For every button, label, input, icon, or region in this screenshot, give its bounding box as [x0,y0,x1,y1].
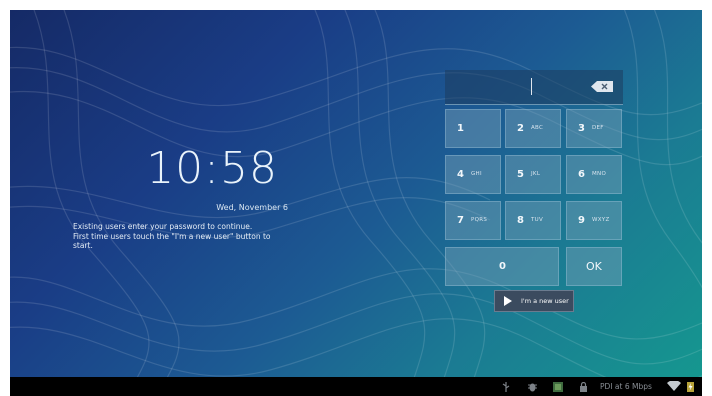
ok-label: OK [586,260,602,273]
ok-button[interactable]: OK [566,247,622,286]
key-5[interactable]: 5 JKL [505,155,561,194]
key-8[interactable]: 8 TUV [505,201,561,240]
battery-charging-icon [687,382,694,392]
key-9[interactable]: 9 WXYZ [566,201,622,240]
key-digit: 3 [578,123,585,134]
key-letters: JKL [531,171,541,177]
clock-time: 10:58 [146,143,278,194]
key-1[interactable]: 1 [445,109,501,148]
usb-icon [502,382,510,392]
key-digit: 5 [517,169,524,180]
key-0[interactable]: 0 [445,247,559,286]
status-bar: PDI at 6 Mbps [10,377,702,396]
password-field[interactable] [445,70,623,105]
login-instructions: Existing users enter your password to co… [73,222,303,251]
new-user-button[interactable]: I'm a new user [494,290,574,312]
instruction-line-1: Existing users enter your password to co… [73,222,253,231]
network-speed: PDI at 6 Mbps [600,382,652,391]
key-digit: 4 [457,169,464,180]
wifi-icon [667,381,681,391]
key-digit: 9 [578,215,585,226]
notification-icon [553,382,563,392]
key-digit: 6 [578,169,585,180]
key-letters: MNO [592,171,607,177]
key-digit: 1 [457,123,464,134]
key-digit: 0 [499,261,506,272]
key-letters: WXYZ [592,217,610,223]
key-letters: TUV [531,217,544,223]
key-letters: ABC [531,125,544,131]
key-letters: PQRS [471,217,488,223]
instruction-line-2: First time users touch the "I'm a new us… [73,231,271,241]
key-6[interactable]: 6 MNO [566,155,622,194]
lock-icon [580,382,587,392]
clock-date: Wed, November 6 [216,203,288,212]
text-cursor [531,78,532,95]
key-digit: 2 [517,123,524,134]
key-digit: 7 [457,215,464,226]
key-4[interactable]: 4 GHI [445,155,501,194]
key-7[interactable]: 7 PQRS [445,201,501,240]
backspace-icon[interactable] [591,81,613,92]
key-2[interactable]: 2 ABC [505,109,561,148]
key-letters: DEF [592,125,604,131]
new-user-label: I'm a new user [521,297,569,305]
instruction-line-3: start. [73,241,93,250]
play-icon [504,296,512,306]
key-letters: GHI [471,171,482,177]
debug-icon [528,383,537,392]
key-digit: 8 [517,215,524,226]
key-3[interactable]: 3 DEF [566,109,622,148]
